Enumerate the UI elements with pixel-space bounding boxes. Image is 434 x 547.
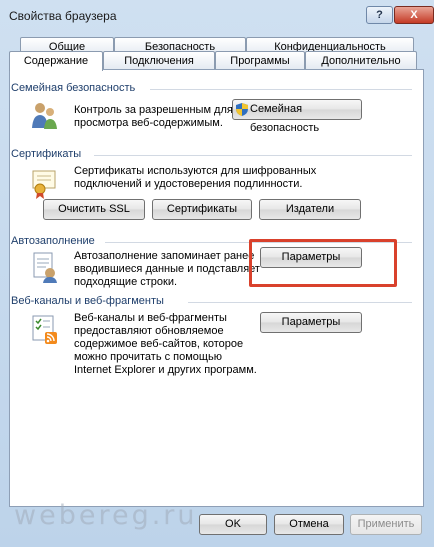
family-safety-desc-line2: просмотра веб-содержимым. — [74, 117, 223, 129]
autocomplete-desc-line2: вводившиеся данные и подставляет — [74, 263, 260, 275]
feeds-settings-button[interactable]: Параметры — [260, 312, 362, 333]
autocomplete-desc-line1: Автозаполнение запоминает ранее — [74, 250, 255, 262]
publishers-button[interactable]: Издатели — [259, 199, 361, 220]
tab-programs[interactable]: Программы — [215, 51, 305, 70]
feeds-desc-line3: содержимое веб-сайтов, которое — [74, 338, 244, 350]
family-safety-button[interactable]: Семейная безопасность — [232, 99, 362, 134]
family-safety-icon — [32, 103, 57, 129]
annotation-highlight-box — [249, 239, 397, 287]
feeds-desc-line5: Internet Explorer и других программ. — [74, 364, 257, 376]
title-bar: Свойства браузера ? X — [0, 0, 434, 32]
group-divider — [188, 302, 412, 303]
tab-connections[interactable]: Подключения — [103, 51, 215, 70]
group-divider — [150, 89, 412, 90]
group-divider — [94, 155, 412, 156]
tab-content[interactable]: Содержание — [9, 51, 103, 71]
feeds-icon — [32, 315, 57, 344]
cancel-button[interactable]: Отмена — [274, 514, 344, 535]
help-button[interactable]: ? — [366, 6, 393, 24]
ok-button[interactable]: OK — [199, 514, 267, 535]
certificate-icon — [32, 170, 56, 199]
feeds-desc-line1: Веб-каналы и веб-фрагменты — [74, 312, 227, 324]
close-button[interactable]: X — [394, 6, 434, 24]
group-title-certificates: Сертификаты — [11, 148, 82, 160]
feeds-desc-line2: предоставляют обновляемое — [74, 325, 224, 337]
watermark: webereg.ru — [14, 500, 198, 531]
family-safety-desc-line1: Контроль за разрешенным для — [74, 104, 233, 116]
certificates-desc-line2: подключений и удостоверения подлинности. — [74, 178, 303, 190]
apply-button[interactable]: Применить — [350, 514, 422, 535]
group-title-autocomplete: Автозаполнение — [11, 235, 95, 247]
autocomplete-desc-line3: подходящие строки. — [74, 276, 178, 288]
certificates-desc-line1: Сертификаты используются для шифрованных — [74, 165, 317, 177]
group-title-family-safety: Семейная безопасность — [11, 82, 136, 94]
shield-icon — [236, 103, 248, 116]
content-tab-panel — [9, 69, 424, 507]
autocomplete-icon — [33, 252, 57, 283]
family-safety-button-label: Семейная безопасность — [250, 103, 320, 134]
feeds-desc-line4: можно прочитать с помощью — [74, 351, 222, 363]
window-title: Свойства браузера — [9, 9, 117, 23]
browser-properties-dialog: Свойства браузера ? X Общие Безопасность… — [0, 0, 434, 547]
tab-advanced[interactable]: Дополнительно — [305, 51, 417, 70]
clear-ssl-button[interactable]: Очистить SSL — [43, 199, 145, 220]
group-title-feeds: Веб-каналы и веб-фрагменты — [11, 295, 164, 307]
certificates-button[interactable]: Сертификаты — [152, 199, 252, 220]
tab-row-front: Содержание Подключения Программы Дополни… — [0, 51, 434, 71]
